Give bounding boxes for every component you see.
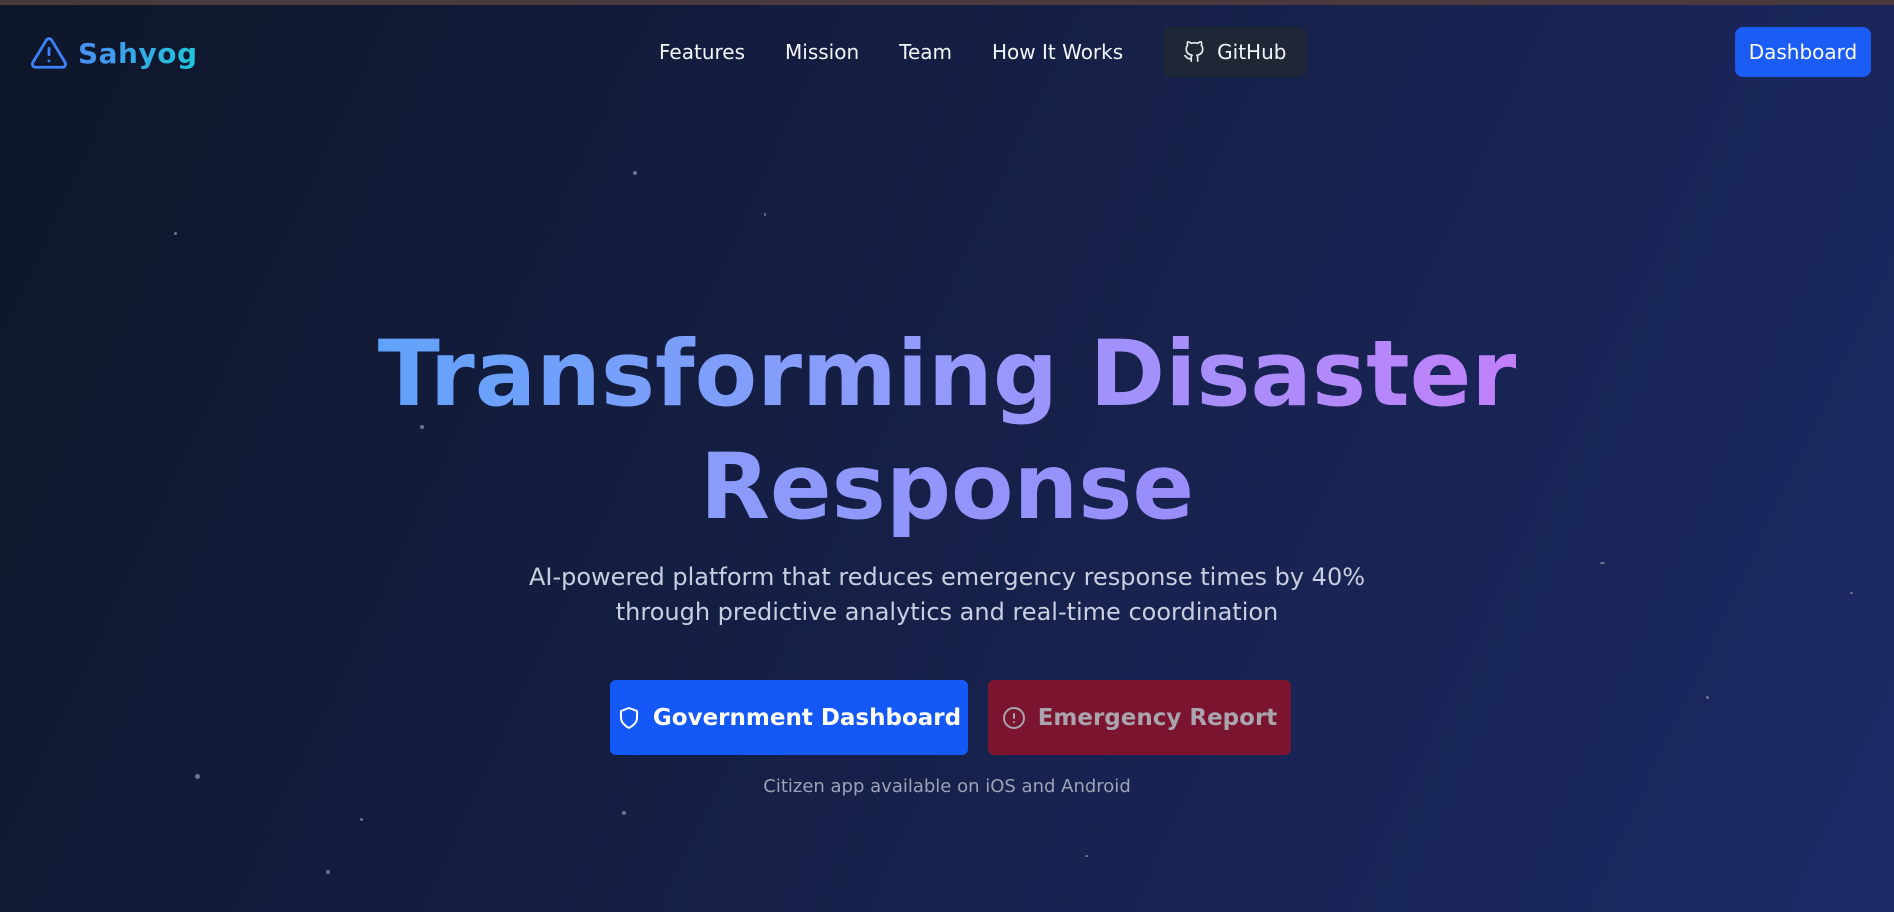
government-dashboard-button[interactable]: Government Dashboard — [610, 680, 968, 755]
nav-links: Features Mission Team How It Works GitHu… — [644, 27, 1307, 77]
government-dashboard-label: Government Dashboard — [652, 704, 962, 731]
brand-logo[interactable]: Sahyog — [30, 33, 198, 73]
hero-title-line-2: Response — [700, 431, 1194, 544]
cta-row: Government Dashboard Emergency Report — [610, 680, 1291, 755]
brand-name: Sahyog — [78, 36, 198, 70]
citizen-app-note: Citizen app available on iOS and Android — [763, 776, 1131, 797]
emergency-report-button[interactable]: Emergency Report — [988, 680, 1291, 755]
background-star — [1706, 696, 1709, 699]
nav-link-team[interactable]: Team — [899, 40, 952, 64]
hero-subtitle-line-2: through predictive analytics and real-ti… — [615, 598, 1279, 626]
warning-triangle-icon — [31, 37, 67, 69]
nav-link-mission[interactable]: Mission — [785, 40, 859, 64]
background-star — [174, 232, 177, 235]
background-star — [622, 811, 626, 815]
dashboard-button[interactable]: Dashboard — [1735, 27, 1871, 77]
github-icon — [1184, 41, 1204, 62]
alert-circle-icon — [1002, 706, 1025, 729]
github-button[interactable]: GitHub — [1163, 27, 1307, 77]
hero-subtitle: AI-powered platform that reduces emergen… — [0, 560, 1894, 630]
top-navbar: Sahyog Features Mission Team How It Work… — [0, 5, 1894, 97]
background-star — [326, 870, 330, 874]
background-star — [360, 818, 363, 821]
hero-title: Transforming Disaster Response — [0, 318, 1894, 544]
hero-title-line-1: Transforming Disaster — [378, 318, 1516, 431]
background-star — [764, 213, 766, 216]
github-label: GitHub — [1217, 40, 1287, 64]
nav-link-features[interactable]: Features — [659, 40, 745, 64]
background-star — [1085, 855, 1088, 857]
hero-subtitle-line-1: AI-powered platform that reduces emergen… — [528, 563, 1366, 591]
emergency-report-label: Emergency Report — [1037, 704, 1278, 731]
background-star — [633, 171, 637, 175]
shield-icon — [619, 706, 638, 729]
nav-link-how-it-works[interactable]: How It Works — [992, 40, 1123, 64]
